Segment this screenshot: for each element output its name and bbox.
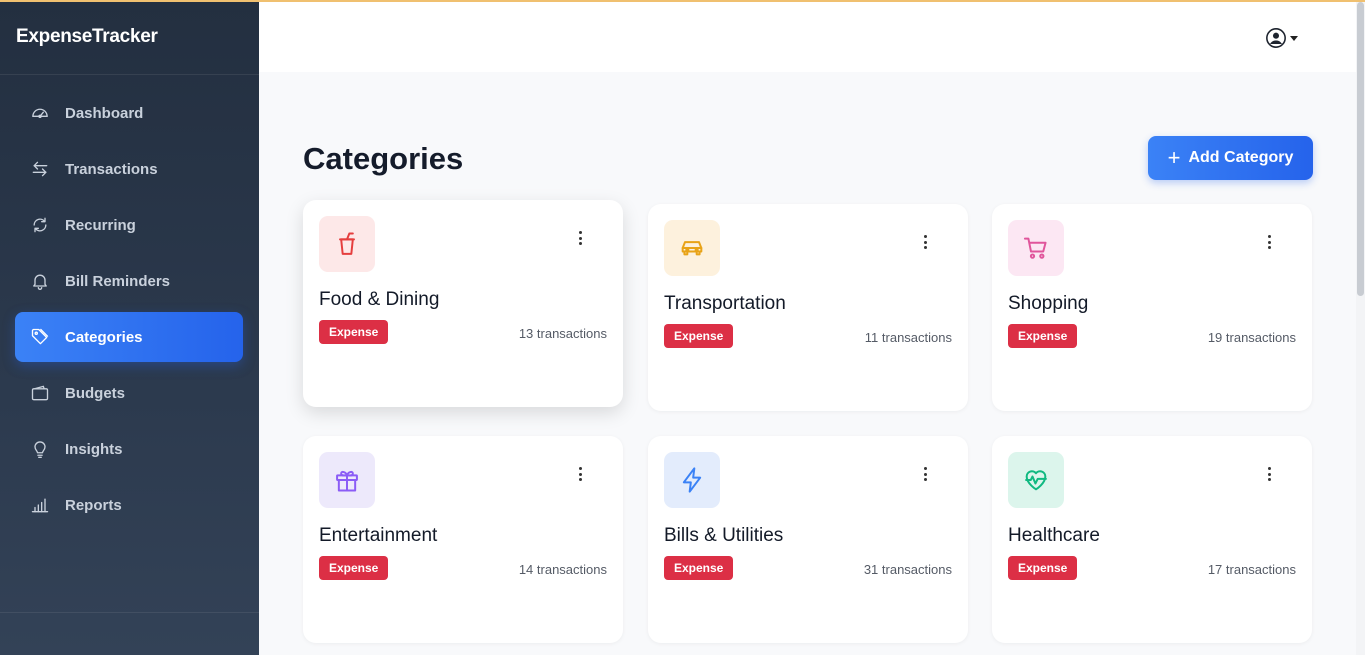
sidebar: ExpenseTracker Dashboard Transactions Re… [0, 0, 259, 655]
lightbulb-icon [29, 438, 51, 460]
car-icon [664, 220, 720, 276]
category-card[interactable]: Healthcare Expense 17 transactions [992, 436, 1312, 643]
bar-chart-icon [29, 494, 51, 516]
category-type-badge: Expense [664, 556, 734, 580]
more-options-icon[interactable] [1262, 464, 1276, 484]
bolt-icon [664, 452, 720, 508]
sidebar-item-label: Bill Reminders [65, 272, 171, 290]
window-top-line [0, 0, 1365, 2]
more-options-icon[interactable] [1262, 232, 1276, 252]
more-options-icon[interactable] [573, 464, 587, 484]
sidebar-item-categories[interactable]: Categories [15, 312, 243, 362]
cup-icon [319, 216, 375, 272]
category-card[interactable]: Transportation Expense 11 transactions [648, 204, 968, 411]
transaction-count: 17 transactions [1207, 562, 1296, 577]
bell-icon [29, 270, 51, 292]
sidebar-item-dashboard[interactable]: Dashboard [15, 88, 243, 138]
sidebar-item-bill-reminders[interactable]: Bill Reminders [15, 256, 243, 306]
category-name: Healthcare [1008, 525, 1100, 546]
sidebar-item-label: Budgets [65, 384, 125, 402]
sidebar-item-label: Reports [65, 496, 122, 514]
category-name: Entertainment [319, 525, 438, 546]
page-scrollbar[interactable] [1356, 0, 1365, 655]
category-card[interactable]: Entertainment Expense 14 transactions [303, 436, 623, 643]
dashboard-icon [29, 102, 51, 124]
add-category-button[interactable]: + Add Category [1148, 136, 1313, 180]
category-name: Transportation [664, 293, 786, 314]
sidebar-nav: Dashboard Transactions Recurring Bill Re… [0, 75, 259, 530]
scrollbar-thumb[interactable] [1357, 2, 1364, 296]
plus-icon: + [1167, 145, 1181, 170]
tag-icon [29, 326, 51, 348]
transaction-count: 14 transactions [518, 562, 607, 577]
category-card[interactable]: Shopping Expense 19 transactions [992, 204, 1312, 411]
sidebar-footer-divider [0, 612, 259, 613]
arrows-icon [29, 158, 51, 180]
category-card[interactable]: Food & Dining Expense 13 transactions [303, 200, 623, 407]
wallet-icon [29, 382, 51, 404]
more-options-icon[interactable] [918, 464, 932, 484]
sidebar-item-label: Categories [65, 328, 143, 346]
transaction-count: 11 transactions [864, 330, 952, 345]
page-title: Categories [303, 141, 464, 176]
more-options-icon[interactable] [918, 232, 932, 252]
category-type-badge: Expense [1008, 556, 1078, 580]
category-type-badge: Expense [319, 556, 389, 580]
sidebar-item-label: Insights [65, 440, 123, 458]
sidebar-item-reports[interactable]: Reports [15, 480, 243, 530]
add-category-label: Add Category [1188, 149, 1294, 166]
gift-icon [319, 452, 375, 508]
category-type-badge: Expense [319, 320, 389, 344]
more-options-icon[interactable] [573, 228, 587, 248]
category-type-badge: Expense [1008, 324, 1078, 348]
category-name: Shopping [1008, 293, 1089, 314]
category-name: Food & Dining [319, 289, 440, 310]
category-name: Bills & Utilities [664, 525, 784, 546]
user-circle-icon [1266, 28, 1286, 48]
category-card[interactable]: Bills & Utilities Expense 31 transaction… [648, 436, 968, 643]
heart-pulse-icon [1008, 452, 1064, 508]
user-menu-toggle[interactable] [1265, 27, 1298, 49]
transaction-count: 31 transactions [863, 562, 952, 577]
sidebar-item-label: Transactions [65, 160, 158, 178]
sidebar-item-transactions[interactable]: Transactions [15, 144, 243, 194]
cart-icon [1008, 220, 1064, 276]
transaction-count: 13 transactions [518, 326, 607, 341]
sidebar-item-budgets[interactable]: Budgets [15, 368, 243, 418]
chevron-down-icon [1290, 35, 1298, 41]
sidebar-item-recurring[interactable]: Recurring [15, 200, 243, 250]
category-type-badge: Expense [664, 324, 734, 348]
transaction-count: 19 transactions [1207, 330, 1296, 345]
sidebar-item-insights[interactable]: Insights [15, 424, 243, 474]
brand-logo[interactable]: ExpenseTracker [0, 0, 259, 75]
sidebar-item-label: Recurring [65, 216, 136, 234]
sidebar-item-label: Dashboard [65, 104, 144, 122]
top-header [259, 0, 1356, 72]
refresh-icon [29, 214, 51, 236]
